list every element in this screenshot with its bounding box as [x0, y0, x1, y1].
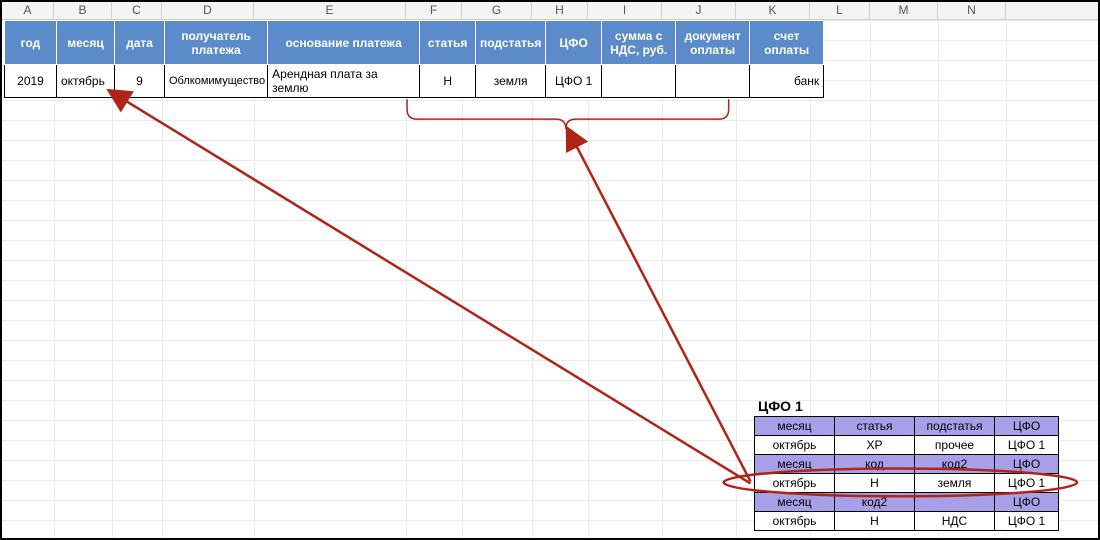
subtable-cell[interactable]: октябрь — [755, 512, 835, 531]
subtable-row: октябрьХРпрочееЦФО 1 — [755, 436, 1059, 455]
subtable-cell[interactable]: месяц — [755, 493, 835, 512]
subtable-cell[interactable]: Н — [835, 474, 915, 493]
col-header-A[interactable]: A — [2, 2, 54, 19]
cell-cfo[interactable]: ЦФО 1 — [546, 65, 602, 98]
sth-subarticle: подстатья — [915, 417, 995, 436]
cell-subarticle[interactable]: земля — [476, 65, 546, 98]
col-header-D[interactable]: D — [162, 2, 254, 19]
subtable-cell[interactable]: ЦФО — [995, 493, 1059, 512]
col-header-E[interactable]: E — [254, 2, 406, 19]
col-header-M[interactable]: M — [870, 2, 938, 19]
cell-paydoc[interactable] — [676, 65, 750, 98]
payments-table: год месяц дата получатель платежа основа… — [4, 20, 824, 98]
table-header-row: год месяц дата получатель платежа основа… — [5, 21, 824, 65]
th-sum: сумма с НДС, руб. — [602, 21, 676, 65]
subtable-header: месяц статья подстатья ЦФО — [755, 417, 1059, 436]
col-header-J[interactable]: J — [662, 2, 736, 19]
arrow-to-month — [123, 99, 750, 483]
col-header-L[interactable]: L — [810, 2, 870, 19]
subtable-title: ЦФО 1 — [758, 398, 803, 414]
cell-month[interactable]: октябрь — [57, 65, 115, 98]
subtable-cell[interactable]: октябрь — [755, 436, 835, 455]
cell-year[interactable]: 2019 — [5, 65, 57, 98]
subtable-cell[interactable]: НДС — [915, 512, 995, 531]
column-headers: A B C D E F G H I J K L M N — [2, 2, 1098, 20]
sth-month: месяц — [755, 417, 835, 436]
col-header-K[interactable]: K — [736, 2, 810, 19]
lookup-table: месяц статья подстатья ЦФО октябрьХРпроч… — [754, 416, 1059, 531]
subtable-cell[interactable]: ХР — [835, 436, 915, 455]
bracket-annotation — [407, 99, 729, 129]
cell-sum[interactable] — [602, 65, 676, 98]
subtable-cell[interactable]: Н — [835, 512, 915, 531]
subtable-cell[interactable] — [915, 493, 995, 512]
col-header-G[interactable]: G — [462, 2, 532, 19]
table-row: 2019 октябрь 9 Облкомимущество Арендная … — [5, 65, 824, 98]
subtable-cell[interactable]: код — [835, 455, 915, 474]
subtable-row: октябрьННДСЦФО 1 — [755, 512, 1059, 531]
subtable-cell[interactable]: прочее — [915, 436, 995, 455]
subtable-subheader: месяцкод2 ЦФО — [755, 493, 1059, 512]
subtable-cell[interactable]: код2 — [915, 455, 995, 474]
col-header-N[interactable]: N — [938, 2, 1006, 19]
subtable-cell[interactable]: земля — [915, 474, 995, 493]
th-article: статья — [420, 21, 476, 65]
subtable-cell[interactable]: ЦФО — [995, 455, 1059, 474]
spreadsheet[interactable]: A B C D E F G H I J K L M N год месяц да… — [0, 0, 1100, 540]
col-header-I[interactable]: I — [588, 2, 662, 19]
th-basis: основание платежа — [268, 21, 420, 65]
cell-payee[interactable]: Облкомимущество — [165, 65, 268, 98]
col-header-F[interactable]: F — [406, 2, 462, 19]
cell-date[interactable]: 9 — [115, 65, 165, 98]
th-cfo: ЦФО — [546, 21, 602, 65]
cell-account[interactable]: банк — [750, 65, 824, 98]
subtable-cell[interactable]: ЦФО 1 — [995, 436, 1059, 455]
subtable-cell[interactable]: ЦФО 1 — [995, 512, 1059, 531]
col-header-H[interactable]: H — [532, 2, 588, 19]
th-paydoc: документ оплаты — [676, 21, 750, 65]
th-month: месяц — [57, 21, 115, 65]
sth-cfo: ЦФО — [995, 417, 1059, 436]
subtable-cell[interactable]: октябрь — [755, 474, 835, 493]
th-year: год — [5, 21, 57, 65]
th-account: счет оплаты — [750, 21, 824, 65]
th-date: дата — [115, 21, 165, 65]
sth-article: статья — [835, 417, 915, 436]
cell-article[interactable]: Н — [420, 65, 476, 98]
subtable-cell[interactable]: месяц — [755, 455, 835, 474]
subtable-subheader: месяцкодкод2ЦФО — [755, 455, 1059, 474]
subtable-cell[interactable]: код2 — [835, 493, 915, 512]
cell-basis[interactable]: Арендная плата за землю — [268, 65, 420, 98]
subtable-cell[interactable]: ЦФО 1 — [995, 474, 1059, 493]
subtable-row: октябрьНземляЦФО 1 — [755, 474, 1059, 493]
col-header-C[interactable]: C — [112, 2, 162, 19]
th-subarticle: подстатья — [476, 21, 546, 65]
col-header-B[interactable]: B — [54, 2, 112, 19]
th-payee: получатель платежа — [165, 21, 268, 65]
arrow-to-columns — [575, 143, 751, 481]
